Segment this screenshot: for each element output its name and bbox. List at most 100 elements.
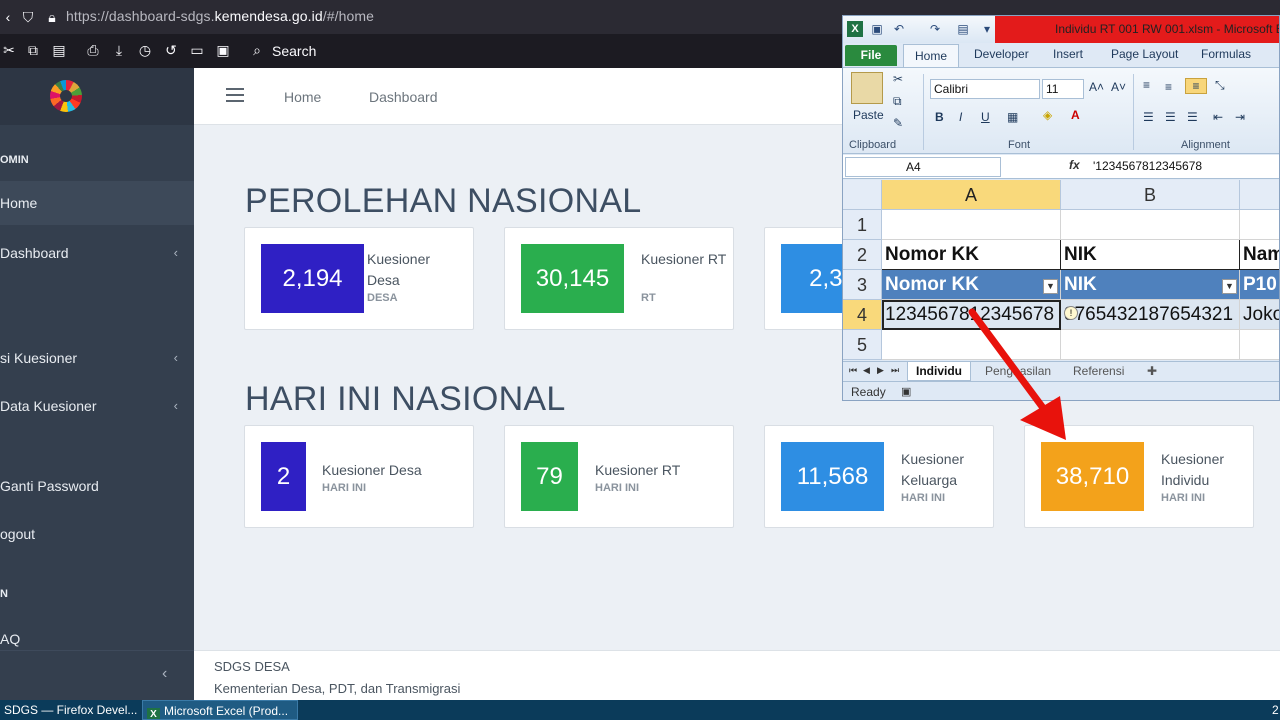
column-header-b[interactable]: B: [1061, 180, 1240, 210]
sheet-tab-individu[interactable]: Individu: [907, 362, 971, 381]
cell-a1[interactable]: [882, 210, 1061, 240]
tab-formulas[interactable]: Formulas: [1201, 47, 1251, 61]
orientation-icon[interactable]: ⤡: [1215, 78, 1225, 93]
today-card-kuesioner-individu[interactable]: 38,710 Kuesioner Individu HARI INI: [1024, 425, 1254, 528]
nav-dashboard[interactable]: Dashboard: [369, 89, 438, 105]
nav-home[interactable]: Home: [284, 89, 321, 105]
align-center-icon[interactable]: ☰: [1165, 110, 1176, 124]
insert-sheet-icon[interactable]: ✚: [1139, 362, 1165, 381]
align-bottom-icon[interactable]: ≡: [1185, 78, 1207, 94]
tab-developer[interactable]: Developer: [974, 47, 1029, 61]
prev-sheet-icon[interactable]: ◀: [863, 365, 870, 376]
today-card-kuesioner-keluarga[interactable]: 11,568 Kuesioner Keluarga HARI INI: [764, 425, 994, 528]
grow-font-icon[interactable]: A˄: [1089, 80, 1104, 94]
sidebar-item-data-kuesioner[interactable]: Data Kuesioner ‹: [0, 384, 194, 428]
url-field[interactable]: https://dashboard-sdgs.kemendesa.go.id/#…: [66, 8, 374, 24]
sidebar-item-isi-kuesioner[interactable]: si Kuesioner ‹: [0, 336, 194, 380]
font-size-select[interactable]: 11: [1042, 79, 1084, 99]
format-painter-icon[interactable]: ✎: [893, 116, 903, 130]
save-icon[interactable]: ▣: [869, 21, 885, 37]
last-sheet-icon[interactable]: ⏭: [891, 365, 899, 376]
sidebar-item-dashboard[interactable]: Dashboard ‹: [0, 231, 194, 275]
search-icon[interactable]: ⌕: [248, 41, 266, 59]
align-right-icon[interactable]: ☰: [1187, 110, 1198, 124]
clipboard-icon[interactable]: ▤: [50, 41, 68, 59]
sheet-tab-referensi[interactable]: Referensi: [1065, 362, 1132, 381]
cut-icon[interactable]: ✂: [0, 41, 18, 59]
cell-a4[interactable]: 1234567812345678: [882, 300, 1061, 330]
sidebar-item-logout[interactable]: ogout: [0, 512, 194, 556]
print-preview-icon[interactable]: ▤: [955, 21, 971, 37]
first-sheet-icon[interactable]: ⏮: [849, 365, 857, 376]
align-middle-icon[interactable]: ≡: [1165, 80, 1172, 94]
stat-card-kuesioner-desa[interactable]: 2,194 Kuesioner Desa DESA: [244, 227, 474, 330]
excel-logo-icon[interactable]: X: [847, 21, 863, 37]
fill-color-icon[interactable]: ◈: [1043, 108, 1052, 122]
reload-history-icon[interactable]: ↺: [162, 41, 180, 59]
name-box[interactable]: A4: [845, 157, 1001, 177]
cell-c4[interactable]: Joko: [1240, 300, 1279, 330]
cell-b4[interactable]: 8765432187654321: [1061, 300, 1240, 330]
filter-dropdown-icon[interactable]: ▼: [1043, 279, 1058, 294]
cell-b5[interactable]: [1061, 330, 1240, 360]
filter-dropdown-icon[interactable]: ▼: [1222, 279, 1237, 294]
copy-icon[interactable]: ⧉: [893, 94, 902, 109]
paste-button[interactable]: Paste: [853, 108, 884, 122]
tab-page-layout[interactable]: Page Layout: [1111, 47, 1178, 61]
task-excel[interactable]: X Microsoft Excel (Prod...: [142, 700, 298, 720]
cell-b3[interactable]: NIK ▼: [1061, 270, 1240, 300]
tab-insert[interactable]: Insert: [1053, 47, 1083, 61]
row-header-2[interactable]: 2: [843, 240, 882, 270]
column-header-c[interactable]: [1240, 180, 1279, 210]
sheet-tab-penghasilan[interactable]: Penghasilan: [977, 362, 1059, 381]
tab-file[interactable]: File: [845, 45, 897, 66]
print-icon[interactable]: ⎙: [84, 41, 102, 59]
borders-icon[interactable]: ▦: [1007, 110, 1018, 124]
tab-home[interactable]: Home: [903, 44, 959, 67]
download-icon[interactable]: ⤓: [110, 41, 128, 59]
cell-c2[interactable]: Nam: [1240, 240, 1279, 270]
search-input[interactable]: Search: [272, 43, 316, 59]
sidebar-item-home[interactable]: Home: [0, 181, 194, 225]
select-all-corner[interactable]: [843, 180, 882, 210]
cell-c5[interactable]: [1240, 330, 1279, 360]
decrease-indent-icon[interactable]: ⇤: [1213, 110, 1223, 124]
bold-icon[interactable]: B: [935, 110, 944, 124]
redo-icon[interactable]: ↷: [927, 21, 943, 37]
copy-icon[interactable]: ⧉: [24, 41, 42, 59]
history-icon[interactable]: ◷: [136, 41, 154, 59]
screenshot-icon[interactable]: ▣: [214, 41, 232, 59]
row-header-4[interactable]: 4: [843, 300, 882, 330]
cell-b2[interactable]: NIK: [1061, 240, 1240, 270]
menu-toggle-icon[interactable]: [226, 88, 244, 102]
cell-a2[interactable]: Nomor KK: [882, 240, 1061, 270]
excel-title-bar[interactable]: X ▣ ↶ ↷ ▤ ▾ Individu RT 001 RW 001.xlsm …: [843, 16, 1279, 43]
error-check-icon[interactable]: !: [1064, 306, 1078, 320]
chevron-left-icon[interactable]: ‹: [0, 8, 16, 26]
stat-card-kuesioner-rt[interactable]: 30,145 Kuesioner RT RT: [504, 227, 734, 330]
column-header-a[interactable]: A: [882, 180, 1061, 210]
undo-icon[interactable]: ↶: [891, 21, 907, 37]
lock-icon[interactable]: 🔒︎: [44, 8, 60, 26]
paste-icon[interactable]: [851, 72, 883, 104]
today-card-kuesioner-rt[interactable]: 79 Kuesioner RT HARI INI: [504, 425, 734, 528]
align-left-icon[interactable]: ☰: [1143, 110, 1154, 124]
collapse-sidebar-icon[interactable]: ‹: [162, 665, 167, 683]
fx-icon[interactable]: fx: [1069, 158, 1080, 172]
row-header-3[interactable]: 3: [843, 270, 882, 300]
row-header-5[interactable]: 5: [843, 330, 882, 360]
sdgs-logo[interactable]: [50, 80, 82, 112]
cell-c1[interactable]: [1240, 210, 1279, 240]
excel-window[interactable]: X ▣ ↶ ↷ ▤ ▾ Individu RT 001 RW 001.xlsm …: [842, 15, 1280, 401]
clock[interactable]: 2: [1268, 700, 1280, 720]
macro-record-icon[interactable]: ▣: [901, 385, 911, 398]
today-card-kuesioner-desa[interactable]: 2 Kuesioner Desa HARI INI: [244, 425, 474, 528]
row-header-1[interactable]: 1: [843, 210, 882, 240]
task-firefox[interactable]: SDGS — Firefox Devel...: [0, 700, 140, 720]
customize-qat-icon[interactable]: ▾: [979, 21, 995, 37]
shield-icon[interactable]: ⛉: [20, 8, 36, 26]
cut-icon[interactable]: ✂: [893, 72, 903, 86]
folder-icon[interactable]: ▭: [188, 41, 206, 59]
next-sheet-icon[interactable]: ▶: [877, 365, 884, 376]
shrink-font-icon[interactable]: A˅: [1111, 80, 1126, 94]
